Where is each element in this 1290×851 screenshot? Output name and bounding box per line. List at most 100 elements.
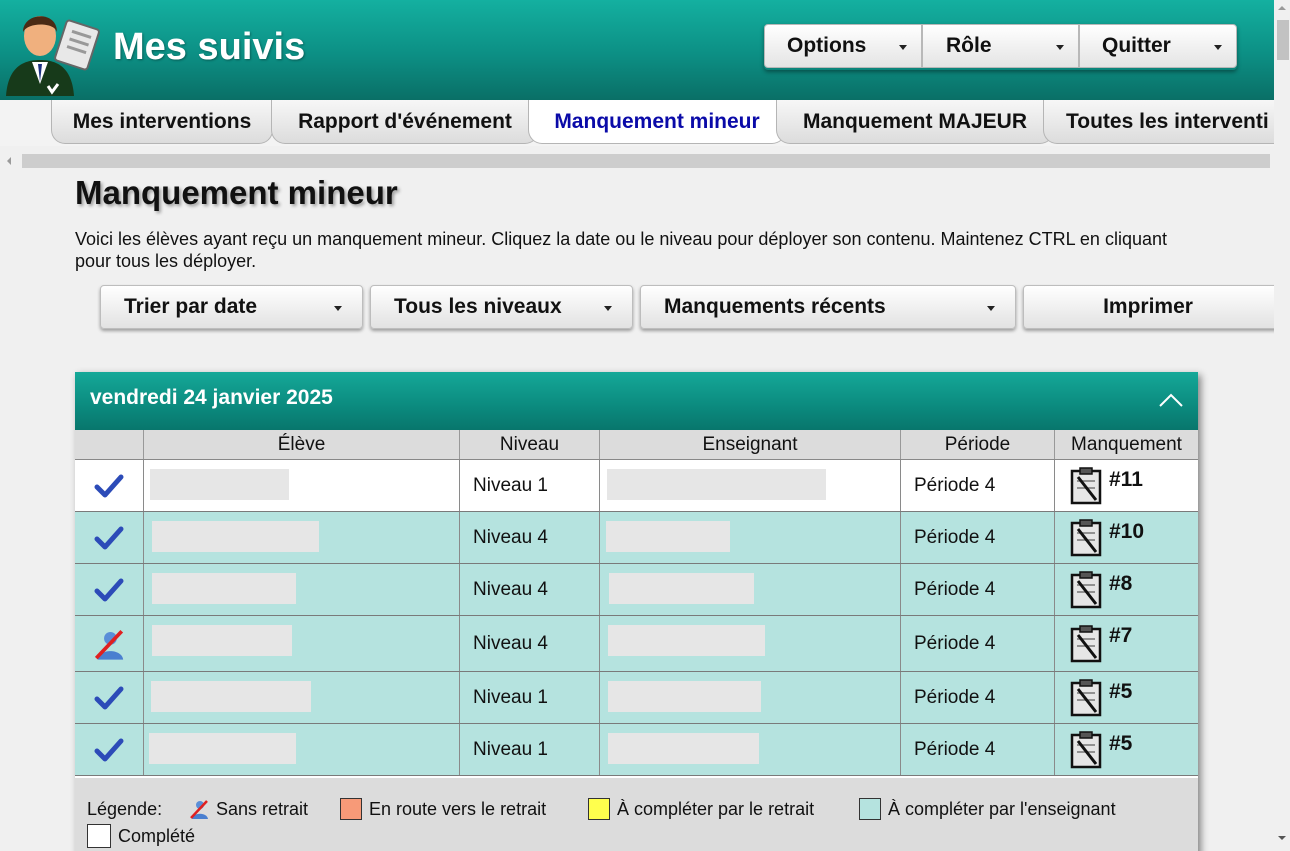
infraction-number[interactable]: #10 [1109, 520, 1144, 544]
print-button[interactable]: Imprimer [1023, 285, 1274, 329]
role-menu-button[interactable]: Rôle [922, 24, 1079, 68]
table-row[interactable]: Niveau 1 Période 4 #5 [75, 724, 1198, 776]
sort-dropdown-label: Trier par date [124, 295, 258, 318]
table-row[interactable]: Niveau 1 Période 4 #5 [75, 672, 1198, 724]
user-avatar-logo-icon [6, 16, 100, 96]
horizontal-scroll-thumb[interactable] [22, 154, 1270, 168]
options-menu-button[interactable]: Options [764, 24, 922, 68]
quit-menu-button[interactable]: Quitter [1079, 24, 1237, 68]
tab-label: Mes interventions [72, 109, 252, 133]
student-cell[interactable] [143, 564, 459, 615]
vertical-scrollbar[interactable] [1274, 0, 1290, 851]
check-icon [75, 460, 143, 511]
options-menu-label: Options [787, 34, 867, 57]
tab-manquement-mineur[interactable]: Manquement mineur [528, 100, 786, 144]
infraction-number[interactable]: #7 [1109, 624, 1132, 648]
redacted-student-name [152, 521, 319, 552]
table-row[interactable]: Niveau 4 Période 4 #7 [75, 616, 1198, 672]
clipboard-note-icon[interactable] [1069, 518, 1105, 557]
column-header-manquement[interactable]: Manquement [1054, 430, 1198, 459]
teacher-cell [599, 672, 900, 723]
tab-manquement-majeur[interactable]: Manquement MAJEUR [776, 100, 1054, 144]
infraction-cell[interactable]: #7 [1054, 616, 1198, 671]
legend-swatch-complete [87, 824, 111, 848]
infraction-cell[interactable]: #8 [1054, 564, 1198, 615]
column-header-niveau[interactable]: Niveau [459, 430, 599, 459]
tab-label: Toutes les interventi [1066, 109, 1269, 133]
clipboard-note-icon[interactable] [1069, 730, 1105, 769]
tab-mes-interventions[interactable]: Mes interventions [51, 100, 273, 144]
scroll-down-arrow-icon[interactable] [1278, 836, 1286, 840]
student-cell[interactable] [143, 724, 459, 775]
date-group-header[interactable]: vendredi 24 janvier 2025 [75, 372, 1198, 430]
infraction-number[interactable]: #11 [1109, 468, 1143, 492]
print-button-label: Imprimer [1103, 295, 1193, 318]
redacted-teacher-name [606, 521, 730, 552]
teacher-cell [599, 460, 900, 511]
table-row[interactable]: Niveau 4 Période 4 #10 [75, 512, 1198, 564]
range-dropdown[interactable]: Manquements récents [640, 285, 1016, 329]
tab-label: Rapport d'événement [298, 109, 512, 133]
tab-label: Manquement mineur [554, 109, 760, 133]
column-header-enseignant[interactable]: Enseignant [599, 430, 900, 459]
level-cell: Niveau 4 [459, 512, 599, 563]
legend-a-completer-enseignant-label: À compléter par l'enseignant [888, 798, 1116, 819]
teacher-cell [599, 512, 900, 563]
table-row[interactable]: Niveau 4 Période 4 #8 [75, 564, 1198, 616]
page-intro: Voici les élèves ayant reçu un manquemen… [75, 229, 1167, 271]
tab-rapport-evenement[interactable]: Rapport d'événement [271, 100, 539, 144]
clipboard-note-icon[interactable] [1069, 678, 1105, 717]
student-cell[interactable] [143, 460, 459, 511]
app-title: Mes suivis [113, 26, 306, 68]
infraction-number[interactable]: #8 [1109, 572, 1132, 596]
legend-item-en-route: En route vers le retrait [340, 797, 546, 821]
redacted-student-name [152, 625, 292, 656]
infraction-number[interactable]: #5 [1109, 680, 1132, 704]
legend-item-sans-retrait: Sans retrait [187, 797, 308, 821]
chevron-down-icon [899, 45, 907, 50]
horizontal-scrollbar[interactable] [0, 152, 1274, 170]
clipboard-note-icon[interactable] [1069, 466, 1105, 505]
infraction-cell[interactable]: #5 [1054, 724, 1198, 775]
legend-title: Légende: [87, 798, 163, 819]
chevron-up-icon[interactable] [1158, 392, 1184, 408]
infraction-number[interactable]: #5 [1109, 732, 1132, 756]
legend-complete-label: Complété [118, 825, 196, 846]
student-cell[interactable] [143, 512, 459, 563]
column-header-status [75, 430, 143, 459]
scroll-up-arrow-icon[interactable] [1278, 6, 1286, 10]
no-withdrawal-icon [75, 616, 143, 671]
level-cell: Niveau 4 [459, 564, 599, 615]
scroll-left-arrow-icon[interactable] [7, 157, 11, 165]
clipboard-note-icon[interactable] [1069, 624, 1105, 663]
vertical-scroll-thumb[interactable] [1277, 20, 1289, 60]
levels-dropdown[interactable]: Tous les niveaux [370, 285, 633, 329]
legend-swatch-a-completer-retrait [588, 798, 610, 820]
column-header-periode[interactable]: Période [900, 430, 1054, 459]
no-withdrawal-icon [190, 800, 208, 819]
page-title: Manquement mineur [75, 174, 398, 211]
check-icon [75, 724, 143, 775]
student-cell[interactable] [143, 616, 459, 671]
period-cell: Période 4 [900, 724, 1054, 775]
redacted-student-name [150, 469, 289, 500]
infraction-cell[interactable]: #5 [1054, 672, 1198, 723]
infraction-cell[interactable]: #10 [1054, 512, 1198, 563]
period-cell: Période 4 [900, 616, 1054, 671]
quit-menu-label: Quitter [1102, 34, 1171, 57]
legend: Légende: Sans retrait En route vers le r… [75, 778, 1198, 851]
redacted-student-name [152, 573, 296, 604]
group-date: vendredi 24 janvier 2025 [90, 386, 333, 409]
period-cell: Période 4 [900, 564, 1054, 615]
chevron-down-icon [1214, 45, 1222, 50]
student-cell[interactable] [143, 672, 459, 723]
legend-en-route-label: En route vers le retrait [369, 798, 547, 819]
column-header-eleve[interactable]: Élève [143, 430, 459, 459]
check-icon [75, 672, 143, 723]
clipboard-note-icon[interactable] [1069, 570, 1105, 609]
table-header: Élève Niveau Enseignant Période Manqueme… [75, 430, 1198, 460]
table-row[interactable]: Niveau 1 Période 4 #11 [75, 460, 1198, 512]
infraction-cell[interactable]: #11 [1054, 460, 1198, 511]
tab-toutes-interventions[interactable]: Toutes les interventi [1043, 100, 1274, 144]
sort-dropdown[interactable]: Trier par date [100, 285, 363, 329]
